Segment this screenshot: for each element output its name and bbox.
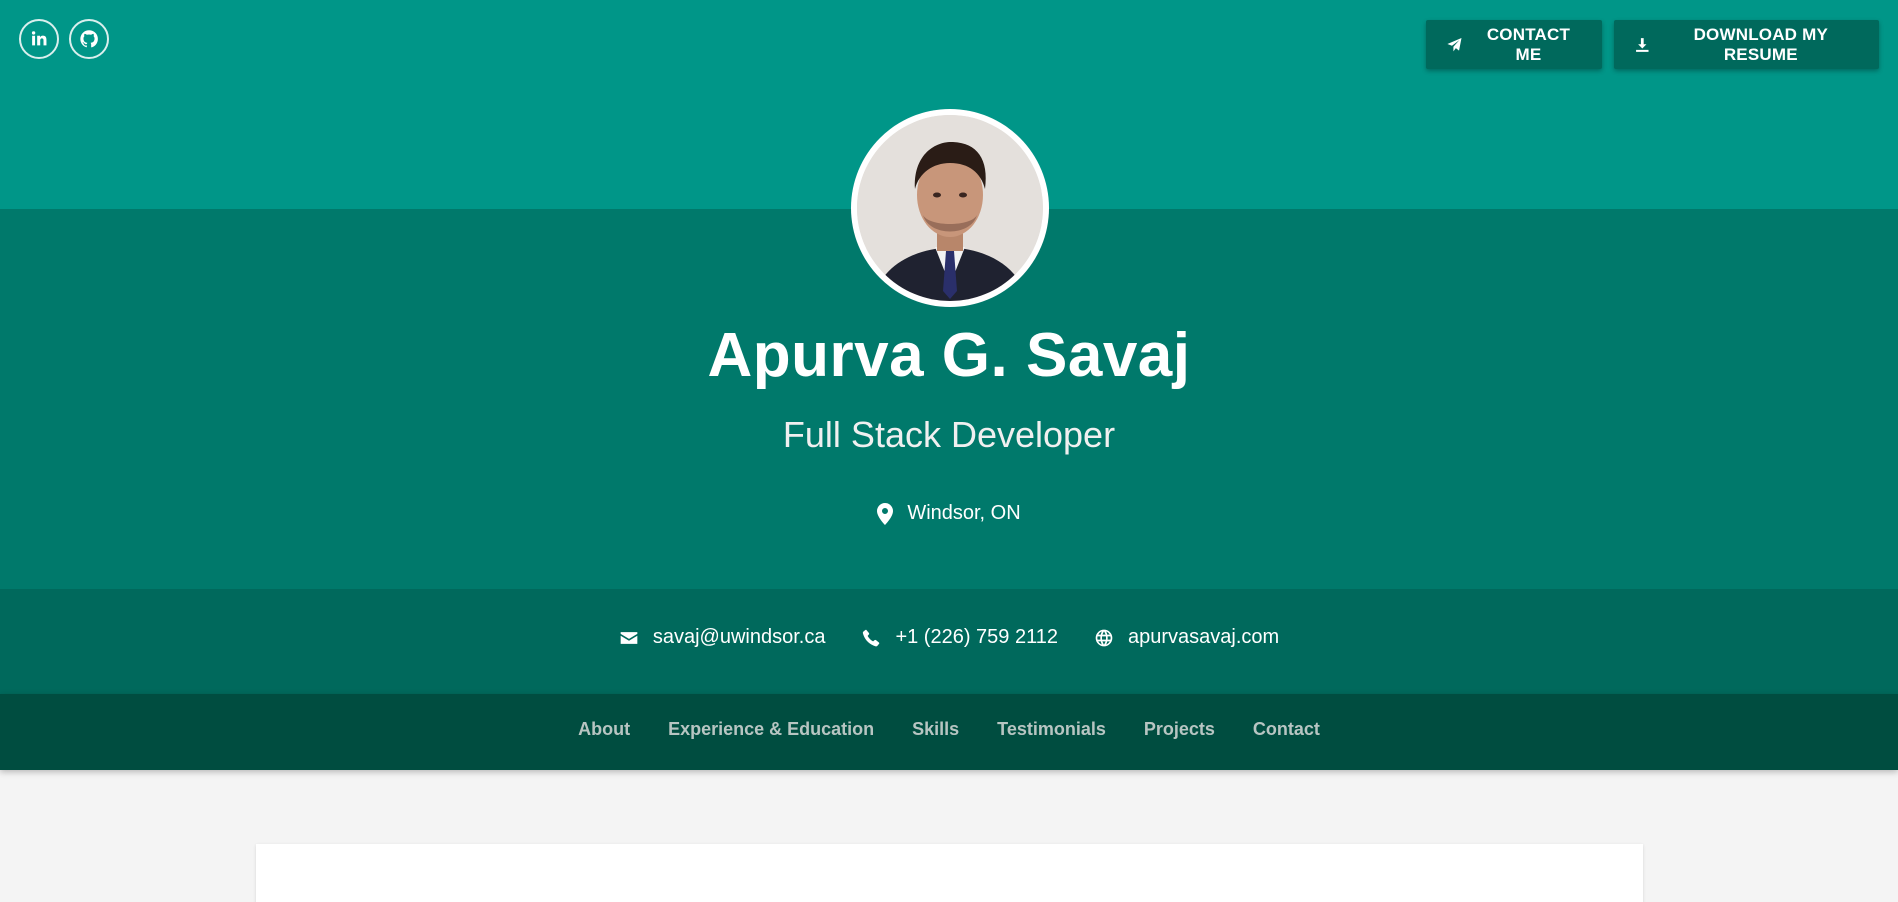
profile-name: Apurva G. Savaj [707,321,1191,390]
contact-email[interactable]: savaj@uwindsor.ca [619,626,826,649]
download-resume-button[interactable]: DOWNLOAD MY RESUME [1614,20,1879,69]
nav-item-about[interactable]: About [578,719,630,740]
location-text: Windsor, ON [907,502,1021,524]
contact-me-button[interactable]: CONTACT ME [1426,20,1602,69]
map-marker-icon [877,502,894,525]
nav-item-contact[interactable]: Contact [1253,719,1320,740]
profile-avatar [851,109,1049,307]
github-icon[interactable] [69,19,109,59]
email-link[interactable]: savaj@uwindsor.ca [653,626,826,649]
globe-icon [1095,629,1113,646]
download-icon [1636,37,1649,52]
profile-photo [857,115,1043,301]
profile-location: Windsor, ON [0,502,1898,525]
contact-info: savaj@uwindsor.ca +1 (226) 759 2112 apur… [0,626,1898,649]
envelope-icon [620,631,638,644]
nav-item-projects[interactable]: Projects [1144,719,1215,740]
download-resume-label: DOWNLOAD MY RESUME [1693,24,1828,64]
contact-phone[interactable]: +1 (226) 759 2112 [861,626,1058,649]
phone-icon [863,629,880,646]
profile-title: Full Stack Developer [782,414,1116,455]
nav-item-experience-education[interactable]: Experience & Education [668,719,874,740]
contact-website[interactable]: apurvasavaj.com [1094,626,1279,649]
content-card [256,844,1643,902]
phone-link[interactable]: +1 (226) 759 2112 [895,626,1058,649]
nav-item-testimonials[interactable]: Testimonials [997,719,1106,740]
main-nav: About Experience & Education Skills Test… [0,719,1898,740]
linkedin-icon[interactable] [19,19,59,59]
website-link[interactable]: apurvasavaj.com [1128,626,1279,649]
nav-item-skills[interactable]: Skills [912,719,959,740]
contact-me-label: CONTACT ME [1486,24,1571,64]
paper-plane-icon [1447,37,1462,51]
